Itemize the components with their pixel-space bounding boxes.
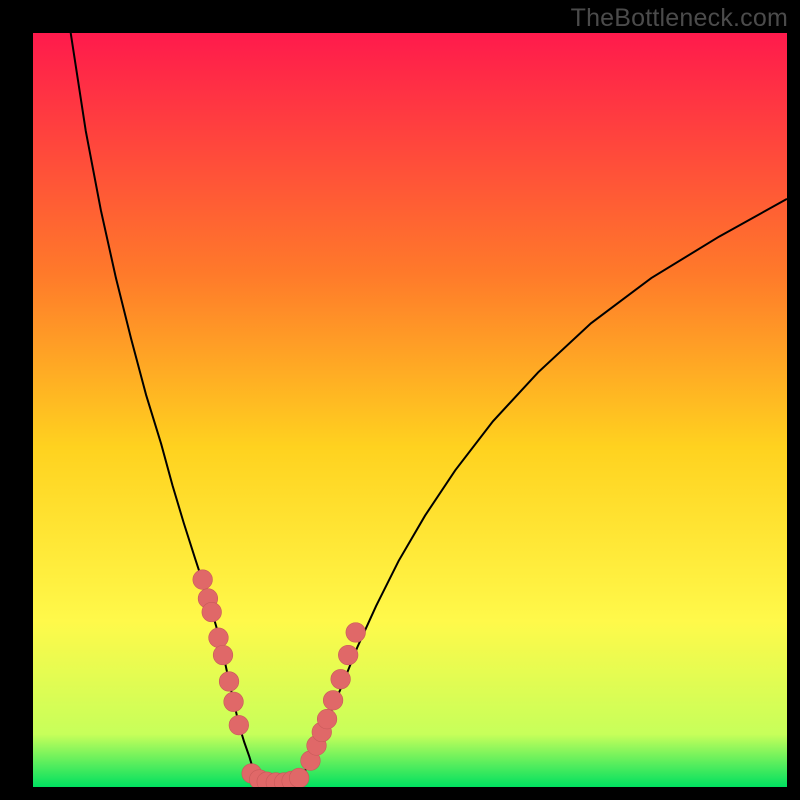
left-cluster-point xyxy=(219,672,239,692)
gradient-background xyxy=(33,33,787,787)
left-cluster-point xyxy=(193,570,213,590)
left-cluster-point xyxy=(229,715,249,735)
left-cluster-point xyxy=(213,645,233,665)
chart-svg xyxy=(33,33,787,787)
right-cluster-point xyxy=(331,669,351,689)
right-cluster-point xyxy=(317,709,337,729)
left-cluster-point xyxy=(224,692,244,712)
right-cluster-point xyxy=(323,690,343,710)
left-cluster-point xyxy=(209,628,229,648)
bottom-cluster-point xyxy=(289,768,309,787)
right-cluster-point xyxy=(338,645,358,665)
chart-frame: TheBottleneck.com xyxy=(0,0,800,800)
watermark-text: TheBottleneck.com xyxy=(571,4,788,33)
right-cluster-point xyxy=(346,623,366,643)
chart-plot-area xyxy=(33,33,787,787)
left-cluster-point xyxy=(202,602,222,622)
